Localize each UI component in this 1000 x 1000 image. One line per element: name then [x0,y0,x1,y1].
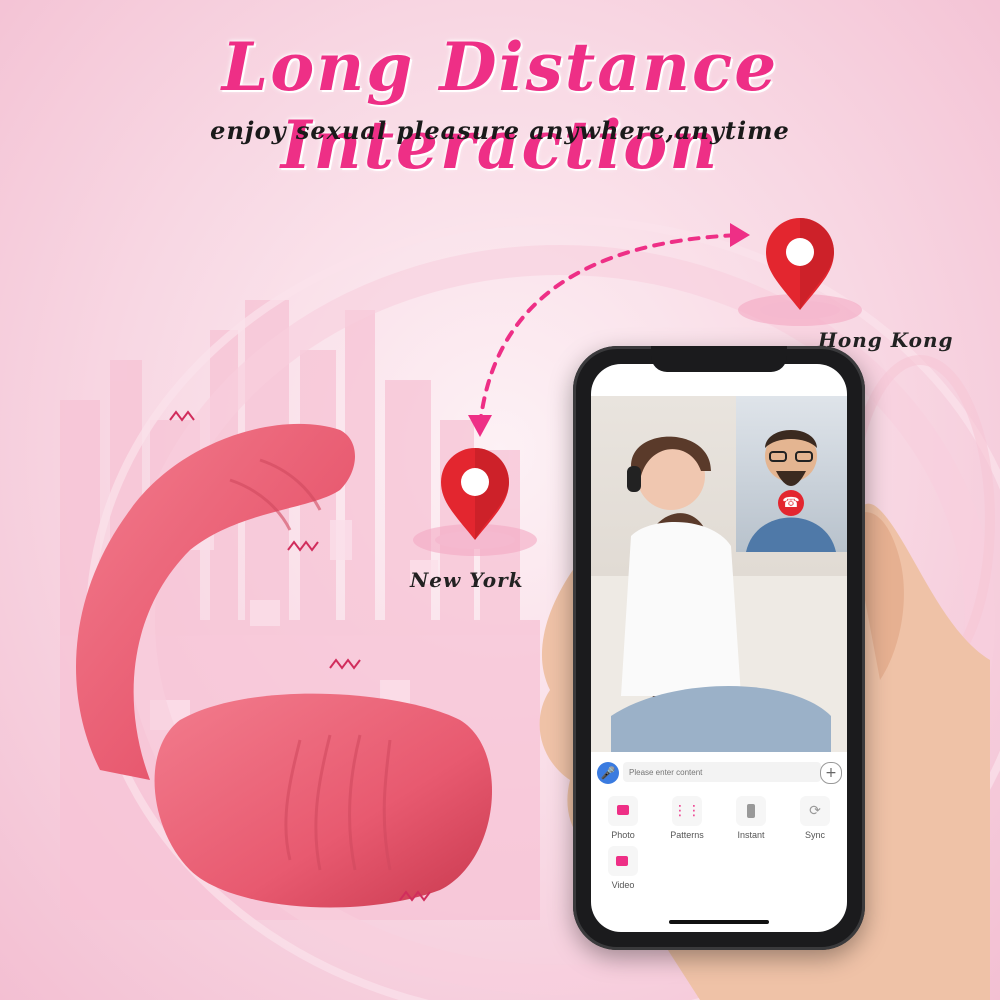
caller-video-man [746,430,836,552]
remote-video-pip: ☎ [736,396,847,552]
video-camera-icon [608,846,638,876]
feature-label: Sync [804,830,825,840]
headline: Long Distance Interaction [221,28,779,184]
phone-notch [651,346,787,372]
subheadline: enjoy sexual pleasure anywhere,anytime [210,116,790,145]
feature-label: Instant [737,830,765,840]
product-image [76,410,493,908]
message-input[interactable] [623,762,821,782]
feature-instant[interactable]: Instant [719,796,783,842]
end-call-button[interactable]: ☎ [778,490,804,516]
home-indicator [669,920,769,924]
feature-patterns[interactable]: ⋮⋮ Patterns [655,796,719,842]
feature-photo[interactable]: Photo [591,796,655,842]
photo-icon [608,796,638,826]
app-screen: ☎ 🎤 + Photo ⋮⋮ Patterns Instant ⟳ [591,364,847,932]
sound-wave-icon: ⋮⋮ [672,796,702,826]
sync-icon: ⟳ [800,796,830,826]
vibration-icon [736,796,766,826]
video-call-view: ☎ [591,396,847,752]
add-button[interactable]: + [820,762,842,784]
destination-pin-icon [738,218,862,326]
feature-sync[interactable]: ⟳ Sync [783,796,847,842]
feature-video[interactable]: Video [591,846,655,892]
destination-city-label: Hong Kong [818,328,954,352]
smartphone: ☎ 🎤 + Photo ⋮⋮ Patterns Instant ⟳ [573,346,865,950]
feature-grid: Photo ⋮⋮ Patterns Instant ⟳ Sync Video [591,796,847,906]
microphone-icon[interactable]: 🎤 [597,762,619,784]
message-input-bar: 🎤 + [591,756,847,792]
feature-label: Photo [611,830,635,840]
feature-label: Video [611,880,635,890]
feature-label: Patterns [670,830,704,840]
